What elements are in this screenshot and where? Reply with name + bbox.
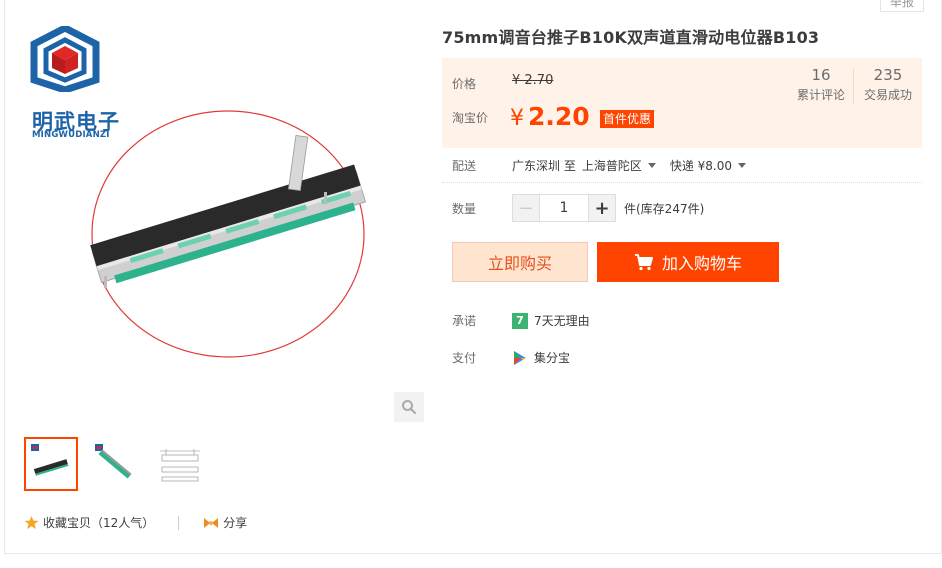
brand-logo: 明武电子 MINGWUDIANZI (30, 24, 120, 140)
favorite-label: 收藏宝贝（12人气） (43, 516, 155, 530)
payment-label: 支付 (452, 351, 477, 365)
currency-symbol: ¥ (510, 106, 524, 131)
shipping-label: 配送 (452, 159, 477, 173)
shipping-method: 快递 ¥8.00 (669, 159, 733, 173)
quantity-stepper: − + (512, 194, 616, 222)
add-to-cart-label: 加入购物车 (661, 254, 742, 273)
thumbnail-strip (24, 437, 206, 491)
thumbnail-2[interactable] (88, 437, 142, 491)
jifenbao-icon (514, 350, 526, 365)
promo-price: ¥ 2.20 (510, 102, 590, 131)
favorite-button[interactable]: 收藏宝贝（12人气） (24, 514, 154, 531)
reviews-label: 累计评论 (796, 88, 845, 102)
star-icon (24, 515, 39, 530)
promo-price-label: 淘宝价 (452, 111, 489, 125)
brand-logo-icon (30, 24, 100, 94)
add-to-cart-button[interactable]: 加入购物车 (597, 242, 779, 282)
cart-icon (634, 254, 653, 271)
shipping-row: 配送 广东深圳 至 上海普陀区 快递 ¥8.00 (452, 157, 747, 174)
first-item-discount-badge: 首件优惠 (600, 110, 655, 128)
promise-label: 承诺 (452, 314, 477, 328)
quantity-input[interactable] (539, 195, 589, 221)
sold-stat: 235 交易成功 (860, 66, 916, 103)
divider (178, 515, 180, 530)
sold-label: 交易成功 (863, 88, 912, 102)
share-label: 分享 (223, 516, 248, 530)
seven-day-icon: 7 (512, 312, 528, 329)
shipping-destination: 上海普陀区 (581, 159, 642, 173)
reviews-count: 16 (811, 66, 831, 84)
magnifier-icon (402, 400, 417, 415)
buy-now-button[interactable]: 立即购买 (452, 242, 588, 282)
thumbnail-3[interactable] (152, 437, 206, 491)
promo-price-value: 2.20 (528, 102, 590, 131)
thumbnail-1-image (31, 444, 69, 476)
main-product-image[interactable]: 明武电子 MINGWUDIANZI (24, 14, 424, 424)
seven-day-return-tag[interactable]: 7 7天无理由 (512, 312, 590, 329)
report-link[interactable]: 举报 (879, 0, 924, 12)
divider (442, 182, 922, 183)
thumbnail-2-image (95, 444, 132, 479)
original-price: ¥ 2.70 (512, 73, 554, 88)
share-button[interactable]: 分享 (203, 514, 247, 531)
increase-button[interactable]: + (589, 195, 615, 221)
sold-count: 235 (873, 66, 903, 84)
brand-pinyin: MINGWUDIANZI (32, 130, 110, 140)
decrease-button[interactable]: − (513, 195, 539, 221)
thumbnail-1[interactable] (24, 437, 78, 491)
thumbnail-3-image (160, 449, 200, 482)
payment-value: 集分宝 (534, 351, 571, 365)
chevron-down-icon (738, 163, 747, 168)
product-title: 75mm调音台推子B10K双声道直滑动电位器B103 (442, 28, 820, 47)
share-icon (204, 517, 219, 528)
promise-row: 承诺 7 7天无理由 (452, 312, 590, 329)
stats-divider (853, 68, 854, 104)
promise-value: 7天无理由 (534, 314, 590, 328)
zoom-button[interactable] (394, 392, 424, 422)
quantity-label: 数量 (452, 201, 477, 216)
reviews-stat[interactable]: 16 累计评论 (794, 66, 848, 103)
quantity-row: 数量 − + 件(库存247件) (452, 194, 704, 222)
payment-row: 支付 集分宝 (452, 349, 570, 366)
shipping-destination-select[interactable]: 上海普陀区 (582, 157, 656, 174)
price-box: 价格 ¥ 2.70 淘宝价 ¥ 2.20 首件优惠 16 累计评论 235 交易… (442, 58, 922, 148)
stock-info: 件(库存247件) (624, 201, 705, 216)
chevron-down-icon (647, 163, 656, 168)
price-label: 价格 (452, 77, 477, 91)
social-bar: 收藏宝贝（12人气） 分享 (24, 514, 247, 531)
jifenbao-tag[interactable]: 集分宝 (512, 349, 570, 366)
shipping-from: 广东深圳 至 (512, 159, 576, 173)
shipping-method-select[interactable]: 快递 ¥8.00 (669, 157, 747, 174)
